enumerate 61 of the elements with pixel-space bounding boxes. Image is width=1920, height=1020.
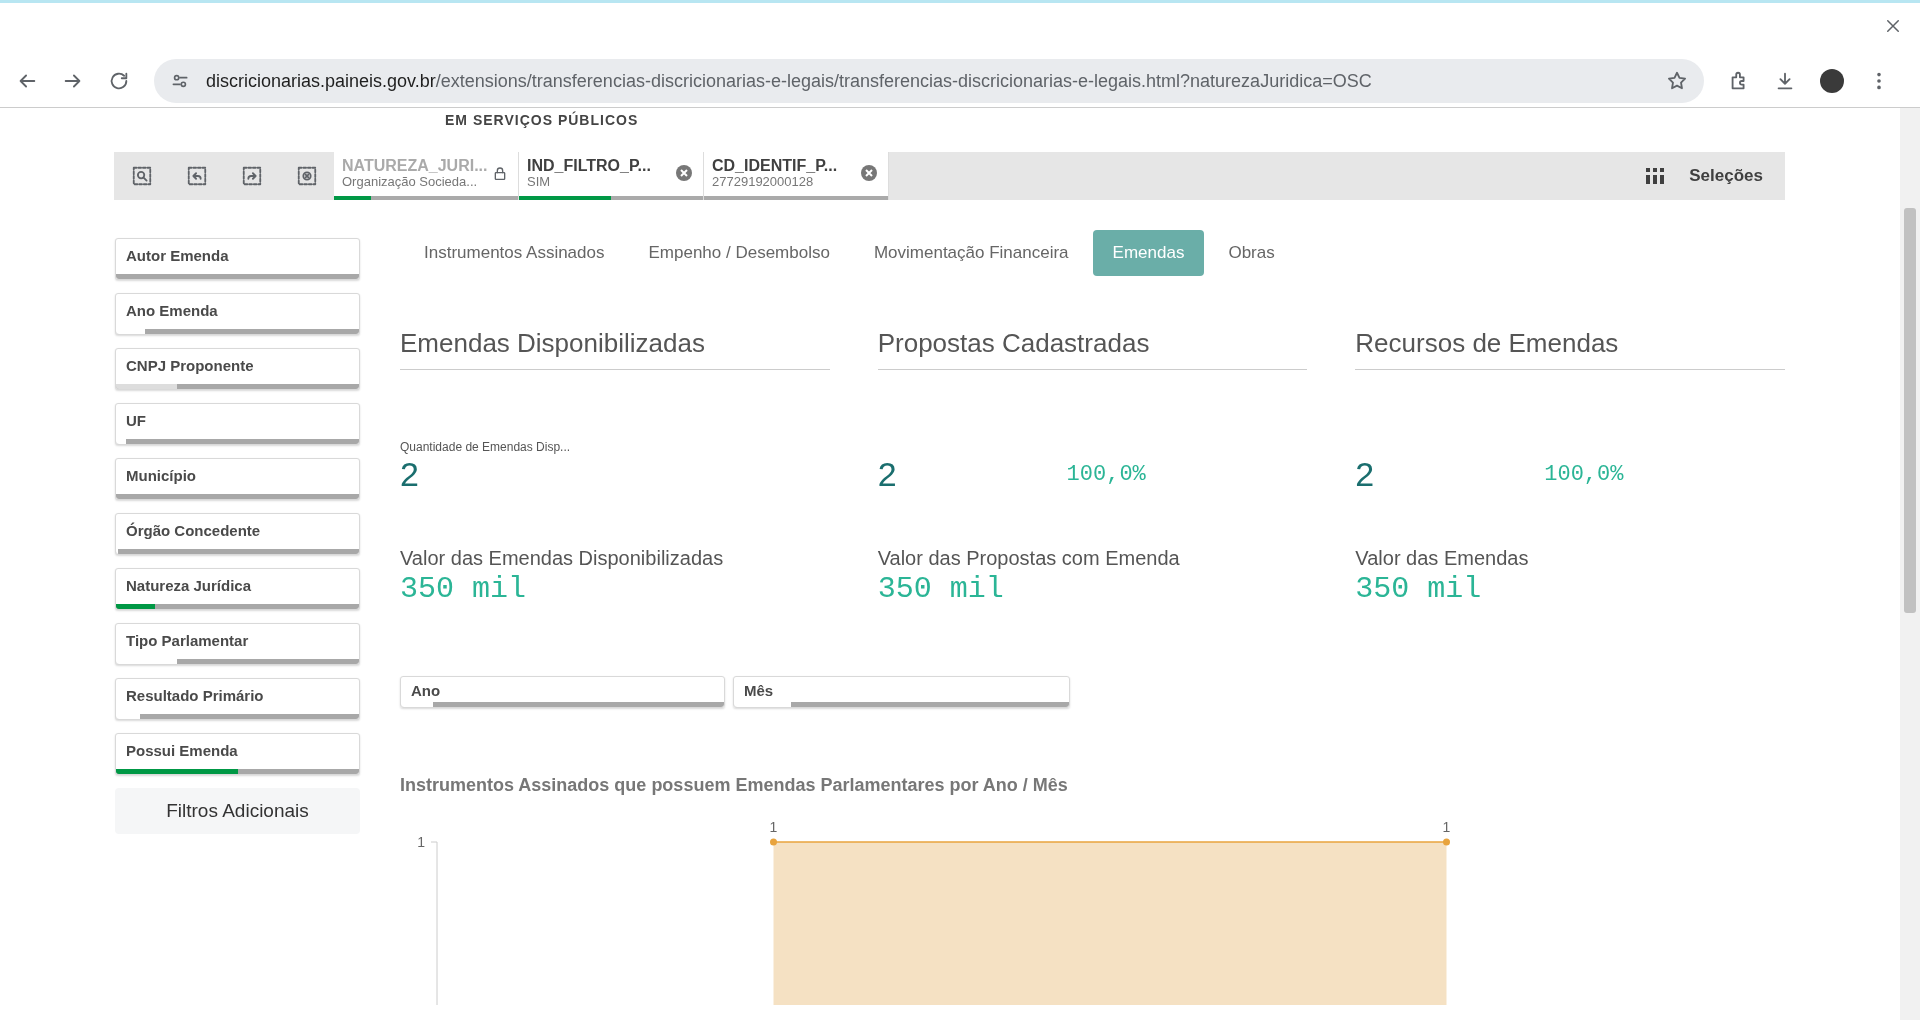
selections-button[interactable]: Seleções (1639, 152, 1769, 200)
clear-selections-icon[interactable] (295, 165, 318, 187)
reload-icon[interactable] (108, 70, 130, 92)
filter-pane[interactable]: Autor Emenda (115, 238, 360, 280)
chip-field: IND_FILTRO_P... (527, 156, 671, 176)
filter-pane[interactable]: Ano (400, 675, 725, 708)
selection-chip[interactable]: IND_FILTRO_P... SIM (519, 152, 704, 200)
kpi-value: 350 mil (400, 572, 528, 606)
kpi-percent: 100,0% (1066, 460, 1146, 489)
tab[interactable]: Obras (1208, 230, 1295, 276)
tab[interactable]: Movimentação Financeira (853, 230, 1089, 276)
tab[interactable]: Instrumentos Assinados (404, 230, 625, 276)
chip-value: 27729192000128 (712, 175, 815, 190)
scrollbar[interactable] (1900, 108, 1920, 1020)
filter-pane[interactable]: Possui Emenda (115, 733, 360, 775)
star-icon[interactable] (1666, 70, 1688, 92)
kpi-value: 350 mil (1355, 572, 1483, 606)
chip-field: CD_IDENTIF_P... (712, 156, 856, 176)
smart-search-icon[interactable] (130, 165, 153, 187)
filter-pane[interactable]: Natureza Jurídica (115, 568, 360, 610)
section-title: Recursos de Emendas (1355, 323, 1785, 370)
clear-icon[interactable] (860, 164, 878, 182)
url-text: discricionarias.paineis.gov.br/extensions/transferencias-discricionarias-e-legais/transferencias-discricionarias-e-legais.html?naturezaJuridica=OSC (206, 69, 1373, 93)
chart-title: Instrumentos Assinados que possuem Emendas Parlamentares por Ano / Mês (400, 773, 1069, 797)
kpi-count: 2 (400, 455, 419, 493)
kpi-count: 2 (877, 455, 897, 493)
kpi-label: Quantidade de Emendas Disp... (400, 439, 571, 454)
kpi-count: 2 (1355, 455, 1375, 493)
address-bar[interactable]: discricionarias.paineis.gov.br/extensions/transferencias-discricionarias-e-legais/transferencias-discricionarias-e-legais.html?naturezaJuridica=OSC (154, 59, 1704, 103)
filter-pane[interactable]: Órgão Concedente (115, 513, 360, 555)
filter-pane[interactable]: Município (115, 458, 360, 500)
chip-value: SIM (527, 175, 552, 190)
additional-filters-button[interactable]: Filtros Adicionais (115, 788, 360, 834)
grid-icon (1645, 167, 1666, 185)
header-subtitle: EM SERVIÇOS PÚBLICOS (445, 112, 639, 128)
kpi-label: Valor das Propostas com Emenda (877, 545, 1181, 571)
filter-pane[interactable]: Mês (733, 675, 1070, 708)
clear-icon[interactable] (675, 164, 693, 182)
close-icon[interactable] (1884, 17, 1902, 35)
step-back-icon[interactable] (185, 165, 208, 187)
data-label: 1 (1442, 818, 1451, 835)
filter-pane[interactable]: Tipo Parlamentar (115, 623, 360, 665)
kpi-label: Valor das Emendas (1355, 545, 1530, 571)
step-forward-icon[interactable] (240, 165, 263, 187)
chip-value: Organização Socieda... (342, 175, 479, 190)
filter-pane[interactable]: CNPJ Proponente (115, 348, 360, 390)
tab[interactable]: Empenho / Desembolso (628, 230, 850, 276)
filter-pane[interactable]: Resultado Primário (115, 678, 360, 720)
kpi-value: 350 mil (877, 572, 1005, 606)
chip-field: NATUREZA_JURI... (342, 156, 486, 176)
axis-tick-label: 1 (417, 833, 425, 850)
section-title: Propostas Cadastradas (877, 323, 1308, 370)
kpi-percent: 100,0% (1544, 460, 1624, 489)
selection-chip[interactable]: CD_IDENTIF_P... 27729192000128 (704, 152, 889, 200)
section-title: Emendas Disponibilizadas (400, 323, 830, 370)
avatar[interactable] (1820, 69, 1844, 93)
kpi-label: Valor das Emendas Disponibilizadas (400, 545, 725, 571)
selection-chip[interactable]: NATUREZA_JURI... Organização Socieda... (334, 152, 519, 200)
filter-pane[interactable]: Ano Emenda (115, 293, 360, 335)
data-label: 1 (769, 818, 778, 835)
filter-pane[interactable]: UF (115, 403, 360, 445)
